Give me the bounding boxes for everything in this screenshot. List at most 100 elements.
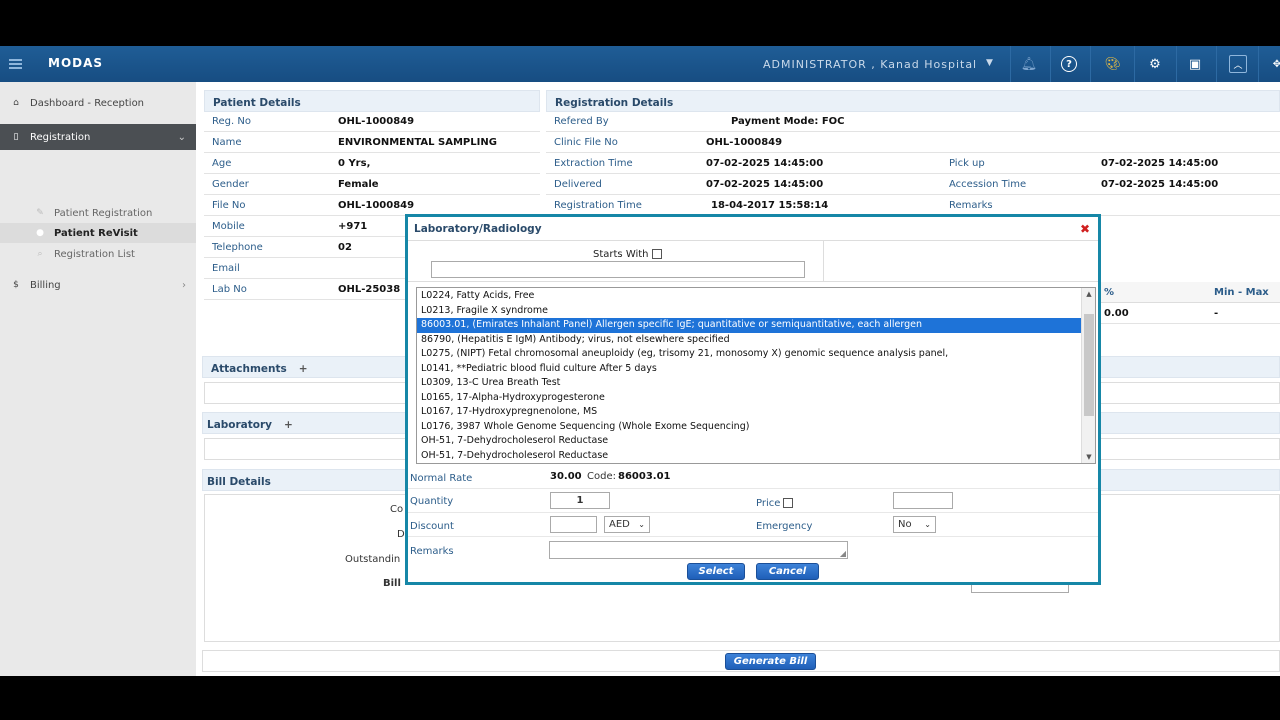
cancel-button[interactable]: Cancel — [756, 563, 819, 580]
list-item[interactable]: L0165, 17-Alpha-Hydroxyprogesterone — [417, 391, 1081, 406]
document-icon: ▯ — [13, 132, 19, 142]
add-attachment-icon[interactable]: + — [299, 363, 308, 375]
pickup-value: 07-02-2025 14:45:00 — [1101, 157, 1219, 169]
normal-rate-row: Normal Rate 30.00 Code: 86003.01 — [408, 465, 1098, 489]
list-item[interactable]: L0213, Fragile X syndrome — [417, 304, 1081, 319]
user-name[interactable]: ADMINISTRATOR , Kanad Hospital — [763, 58, 977, 71]
price-input[interactable] — [893, 492, 953, 509]
dollar-icon: $ — [13, 280, 19, 290]
remarks-label: Remarks — [949, 199, 993, 211]
list-item[interactable]: 86003.01, (Emirates Inhalant Panel) Alle… — [417, 318, 1081, 333]
patient-field-value: OHL-25038 — [338, 283, 401, 295]
patient-field-value: ENVIRONMENTAL SAMPLING — [338, 136, 497, 148]
search-icon: ⌕ — [37, 249, 43, 259]
close-icon[interactable]: ✖ — [1080, 222, 1090, 236]
patient-details-header: Patient Details — [204, 90, 540, 112]
list-item[interactable]: L0141, **Pediatric blood fluid culture A… — [417, 362, 1081, 377]
chevron-down-icon[interactable]: ▼ — [986, 58, 993, 68]
patient-field-label: Email — [212, 262, 240, 274]
patient-field-label: Gender — [212, 178, 249, 190]
patient-field-label: File No — [212, 199, 246, 211]
pencil-icon: ✎ — [36, 208, 44, 218]
resize-handle-icon[interactable]: ◢ — [840, 549, 846, 558]
sidebar: ⌂ Dashboard - Reception ▯ Registration ⌄ ✎ P… — [0, 82, 196, 676]
minmax-header: Min - Max — [1214, 286, 1269, 298]
code-label: Code: — [587, 471, 616, 482]
divider — [1050, 46, 1051, 82]
emergency-select[interactable]: No ⌄ — [893, 516, 936, 533]
top-bar: MODAS ADMINISTRATOR , Kanad Hospital ▼ 🔔… — [0, 46, 1280, 82]
extraction-label: Extraction Time — [554, 157, 633, 169]
sidebar-item-patient-revisit[interactable]: ● Patient ReVisit — [0, 223, 196, 243]
divider — [823, 241, 824, 281]
home-icon: ⌂ — [13, 98, 19, 108]
list-item[interactable]: L0309, 13-C Urea Breath Test — [417, 376, 1081, 391]
pct-value: 0.00 — [1104, 307, 1129, 319]
collapse-up-icon[interactable]: ︿ — [1229, 55, 1247, 73]
list-item[interactable]: 86790, (Hepatitis E IgM) Antibody; virus… — [417, 333, 1081, 348]
regtime-value: 18-04-2017 15:58:14 — [711, 199, 829, 211]
sidebar-item-billing[interactable]: $ Billing › — [0, 274, 196, 296]
divider — [1010, 46, 1011, 82]
starts-with-checkbox[interactable] — [651, 249, 662, 259]
scroll-down-icon[interactable]: ▼ — [1082, 453, 1095, 461]
add-laboratory-icon[interactable]: + — [284, 419, 293, 431]
refered-by-row: Refered By Payment Mode: FOC — [546, 111, 1280, 132]
currency-select[interactable]: AED ⌄ — [604, 516, 650, 533]
quantity-input[interactable]: 1 — [550, 492, 610, 509]
resize-icon[interactable]: ✥ — [1268, 55, 1280, 73]
list-item[interactable]: L0224, Fatty Acids, Free — [417, 289, 1081, 304]
price-checkbox[interactable] — [783, 498, 794, 508]
sidebar-item-registration[interactable]: ▯ Registration ⌄ — [0, 124, 196, 150]
pickup-label: Pick up — [949, 157, 985, 169]
chevron-down-icon: ⌄ — [177, 131, 186, 143]
patient-field-value: 02 — [338, 241, 352, 253]
list-item[interactable]: OH-51, 7-Dehydrocholeserol Reductase — [417, 449, 1081, 464]
select-button[interactable]: Select — [687, 563, 745, 580]
list-item[interactable]: L0275, (NIPT) Fetal chromosomal aneuploi… — [417, 347, 1081, 362]
minmax-value: - — [1214, 307, 1219, 319]
discount-label: Discount — [410, 521, 454, 532]
app-logo[interactable]: MODAS — [48, 56, 103, 70]
chevron-right-icon: › — [182, 279, 186, 291]
divider — [408, 281, 1098, 282]
help-icon[interactable]: ? — [1060, 55, 1078, 73]
patient-field-label: Telephone — [212, 241, 263, 253]
scrollbar-thumb[interactable] — [1084, 314, 1094, 416]
divider — [1090, 46, 1091, 82]
bell-icon[interactable]: 🔔︎ — [1020, 55, 1038, 73]
lab-radiology-dialog: Laboratory/Radiology ✖ Starts With L0224… — [405, 214, 1101, 585]
accession-label: Accession Time — [949, 178, 1027, 190]
discount-input[interactable] — [550, 516, 597, 533]
patient-field-value: Female — [338, 178, 379, 190]
list-item[interactable]: L0167, 17-Hydroxypregnenolone, MS — [417, 405, 1081, 420]
sidebar-item-patient-registration[interactable]: ✎ Patient Registration — [0, 202, 196, 224]
scrollbar[interactable]: ▲ ▼ — [1081, 288, 1095, 463]
list-item[interactable]: OH-51, 7-Dehydrocholeserol Reductase — [417, 434, 1081, 449]
gear-icon[interactable]: ⚙ — [1146, 55, 1164, 73]
sidebar-item-registration-list[interactable]: ⌕ Registration List — [0, 243, 196, 265]
contact-card-icon[interactable]: ▣ — [1186, 55, 1204, 73]
patient-field-label: Name — [212, 136, 242, 148]
menu-icon[interactable] — [9, 59, 22, 69]
clinic-file-row: Clinic File No OHL-1000849 — [546, 132, 1280, 153]
registration-details-header: Registration Details — [546, 90, 1280, 112]
palette-icon[interactable]: 🎨︎ — [1104, 55, 1122, 73]
patient-field-value: 0 Yrs, — [338, 157, 371, 169]
patient-field-value: OHL-1000849 — [338, 199, 415, 211]
generate-bill-button[interactable]: Generate Bill — [725, 653, 816, 670]
list-item[interactable]: L0176, 3987 Whole Genome Sequencing (Who… — [417, 420, 1081, 435]
remarks-textarea[interactable]: ◢ — [549, 541, 848, 559]
bill-label: Outstandin — [345, 554, 401, 565]
chevron-down-icon: ⌄ — [924, 520, 931, 529]
user-icon: ● — [36, 228, 44, 238]
test-listbox[interactable]: L0224, Fatty Acids, Free L0213, Fragile X… — [416, 287, 1096, 464]
regtime-label: Registration Time — [554, 199, 642, 211]
pct-header: % — [1104, 286, 1115, 298]
results-header-row: % Min - Max — [1096, 282, 1280, 303]
discount-row: Discount AED ⌄ Emergency No ⌄ — [408, 513, 1098, 537]
quantity-label: Quantity — [410, 496, 454, 507]
sidebar-item-dashboard[interactable]: ⌂ Dashboard - Reception — [0, 92, 196, 114]
search-input[interactable] — [431, 261, 805, 278]
scroll-up-icon[interactable]: ▲ — [1082, 290, 1095, 298]
